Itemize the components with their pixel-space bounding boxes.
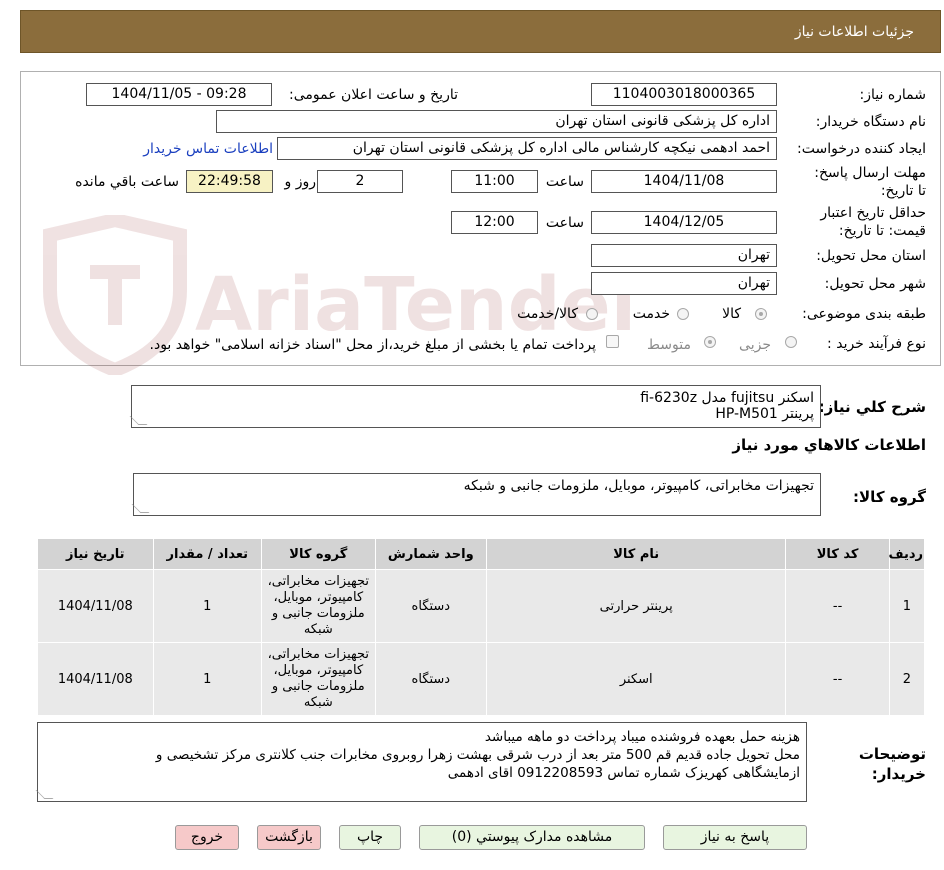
process-radio-medium[interactable]: [704, 336, 716, 348]
cell-row-number: 2: [888, 642, 926, 716]
reply-deadline-date: 1404/11/08: [591, 170, 777, 193]
table-row: 1 -- پرینتر حرارتی دستگاه تجهیزات مخابرا…: [37, 569, 926, 643]
cell-code: --: [785, 642, 890, 716]
buyer-contact-link[interactable]: اطلاعات تماس خریدار: [143, 141, 273, 157]
cell-name: پرینتر حرارتی: [486, 569, 787, 643]
cell-group: تجهیزات مخابراتی، کامپیوتر، موبایل، ملزو…: [261, 569, 376, 643]
print-button[interactable]: چاپ: [339, 825, 401, 850]
col-header-row-number: ردیف: [888, 538, 926, 570]
col-header-name: نام کالا: [486, 538, 787, 570]
page-header: جزئیات اطلاعات نیاز: [20, 10, 941, 53]
col-header-code: کد کالا: [785, 538, 890, 570]
col-header-unit: واحد شمارش: [374, 538, 488, 570]
cell-row-number: 1: [888, 569, 926, 643]
goods-table: ردیف کد کالا نام کالا واحد شمارش گروه کا…: [37, 538, 926, 716]
price-validity-time: 12:00: [451, 211, 538, 234]
col-header-quantity: تعداد / مقدار: [152, 538, 263, 570]
announce-datetime-field: 1404/11/05 - 09:28: [86, 83, 272, 106]
process-option-minor: جزیی: [739, 337, 771, 353]
province-field: تهران: [591, 244, 777, 267]
category-radio-goods[interactable]: [755, 308, 767, 320]
resize-grip-icon[interactable]: [131, 504, 150, 513]
cell-unit: دستگاه: [374, 569, 488, 643]
city-field: تهران: [591, 272, 777, 295]
city-label: شهر محل تحویل:: [824, 276, 926, 292]
cell-unit: دستگاه: [374, 642, 488, 716]
summary-line-1: اسکنر fujitsu مدل fi-6230z: [640, 390, 814, 406]
requester-label: ایجاد کننده درخواست:: [797, 141, 926, 157]
buyer-notes-label: توضیحات خریدار:: [858, 745, 926, 783]
category-label: طبقه بندی موضوعی:: [802, 306, 926, 322]
need-number-label: شماره نیاز:: [859, 87, 927, 103]
buyer-notes-line-1: هزینه حمل بعهده فروشنده میباد پرداخت دو …: [484, 729, 800, 745]
process-radio-minor[interactable]: [785, 336, 797, 348]
table-row: 2 -- اسکنر دستگاه تجهیزات مخابراتی، کامپ…: [37, 642, 926, 716]
reply-days-field: 2: [317, 170, 403, 193]
col-header-need-date: تاریخ نیاز: [37, 538, 154, 570]
view-attachments-button[interactable]: مشاهده مدارک پیوستي (0): [419, 825, 645, 850]
category-option-goods-service: کالا/خدمت: [517, 306, 578, 322]
reply-deadline-label: مهلت ارسال پاسخ: تا تاریخ:: [814, 165, 926, 199]
reply-button[interactable]: پاسخ به نیاز: [663, 825, 807, 850]
summary-textarea[interactable]: اسکنر fujitsu مدل fi-6230z پرينتر HP-M50…: [129, 385, 821, 428]
buyer-notes-line-3: ازمایشگاهی کهریزک شماره تماس 0912208593 …: [447, 765, 800, 781]
price-validity-date: 1404/12/05: [591, 211, 777, 234]
exit-button[interactable]: خروج: [175, 825, 239, 850]
price-validity-time-label: ساعت: [545, 215, 584, 231]
summary-label: شرح کلي نياز:: [818, 398, 926, 416]
requester-field: احمد ادهمی نیکچه کارشناس مالی اداره کل پ…: [277, 137, 777, 160]
back-button[interactable]: بازگشت: [257, 825, 321, 850]
remaining-time-label: ساعت باقي مانده: [75, 174, 179, 190]
summary-line-2: پرينتر HP-M501: [715, 406, 814, 422]
province-label: استان محل تحویل:: [816, 248, 926, 264]
buyer-notes-textarea[interactable]: هزینه حمل بعهده فروشنده میباد پرداخت دو …: [35, 722, 807, 802]
treasury-bonds-checkbox[interactable]: [606, 335, 619, 348]
buyer-org-label: نام دستگاه خریدار:: [815, 114, 926, 130]
process-option-medium: متوسط: [647, 337, 691, 353]
need-number-field: 1104003018000365: [591, 83, 777, 106]
reply-deadline-time: 11:00: [451, 170, 538, 193]
category-option-goods: کالا: [722, 306, 741, 322]
cell-code: --: [785, 569, 890, 643]
goods-group-value: تجهیزات مخابراتی، کامپیوتر، موبایل، ملزو…: [463, 478, 814, 494]
reply-time-label: ساعت: [545, 174, 584, 190]
treasury-bonds-text: پرداخت تمام یا بخشی از مبلغ خرید،از محل …: [149, 337, 596, 353]
cell-quantity: 1: [152, 569, 263, 643]
remaining-time-field: 22:49:58: [186, 170, 273, 193]
reply-days-label: روز و: [284, 174, 317, 190]
cell-need-date: 1404/11/08: [37, 642, 154, 716]
cell-group: تجهیزات مخابراتی، کامپیوتر، موبایل، ملزو…: [261, 642, 376, 716]
purchase-process-label: نوع فرآیند خرید :: [827, 336, 926, 352]
cell-quantity: 1: [152, 642, 263, 716]
col-header-group: گروه کالا: [261, 538, 376, 570]
cell-need-date: 1404/11/08: [37, 569, 154, 643]
buyer-notes-line-2: محل تحویل جاده قدیم قم 500 متر بعد از در…: [155, 747, 800, 763]
goods-group-textarea[interactable]: تجهیزات مخابراتی، کامپیوتر، موبایل، ملزو…: [131, 473, 821, 516]
announce-datetime-label: تاریخ و ساعت اعلان عمومی:: [289, 87, 458, 103]
category-radio-goods-service[interactable]: [586, 308, 598, 320]
buyer-org-field: اداره کل پزشکی قانونی استان تهران: [216, 110, 777, 133]
cell-name: اسکنر: [486, 642, 787, 716]
price-validity-label: حداقل تاریخ اعتبار قیمت: تا تاریخ:: [820, 205, 926, 239]
category-option-service: خدمت: [632, 306, 670, 322]
page-title: جزئیات اطلاعات نیاز: [794, 24, 914, 40]
resize-grip-icon[interactable]: [35, 790, 54, 799]
goods-group-label: گروه کالا:: [853, 488, 926, 506]
category-radio-service[interactable]: [677, 308, 689, 320]
table-header-row: ردیف کد کالا نام کالا واحد شمارش گروه کا…: [37, 538, 926, 570]
goods-info-title: اطلاعات کالاهاي مورد نياز: [732, 436, 926, 454]
